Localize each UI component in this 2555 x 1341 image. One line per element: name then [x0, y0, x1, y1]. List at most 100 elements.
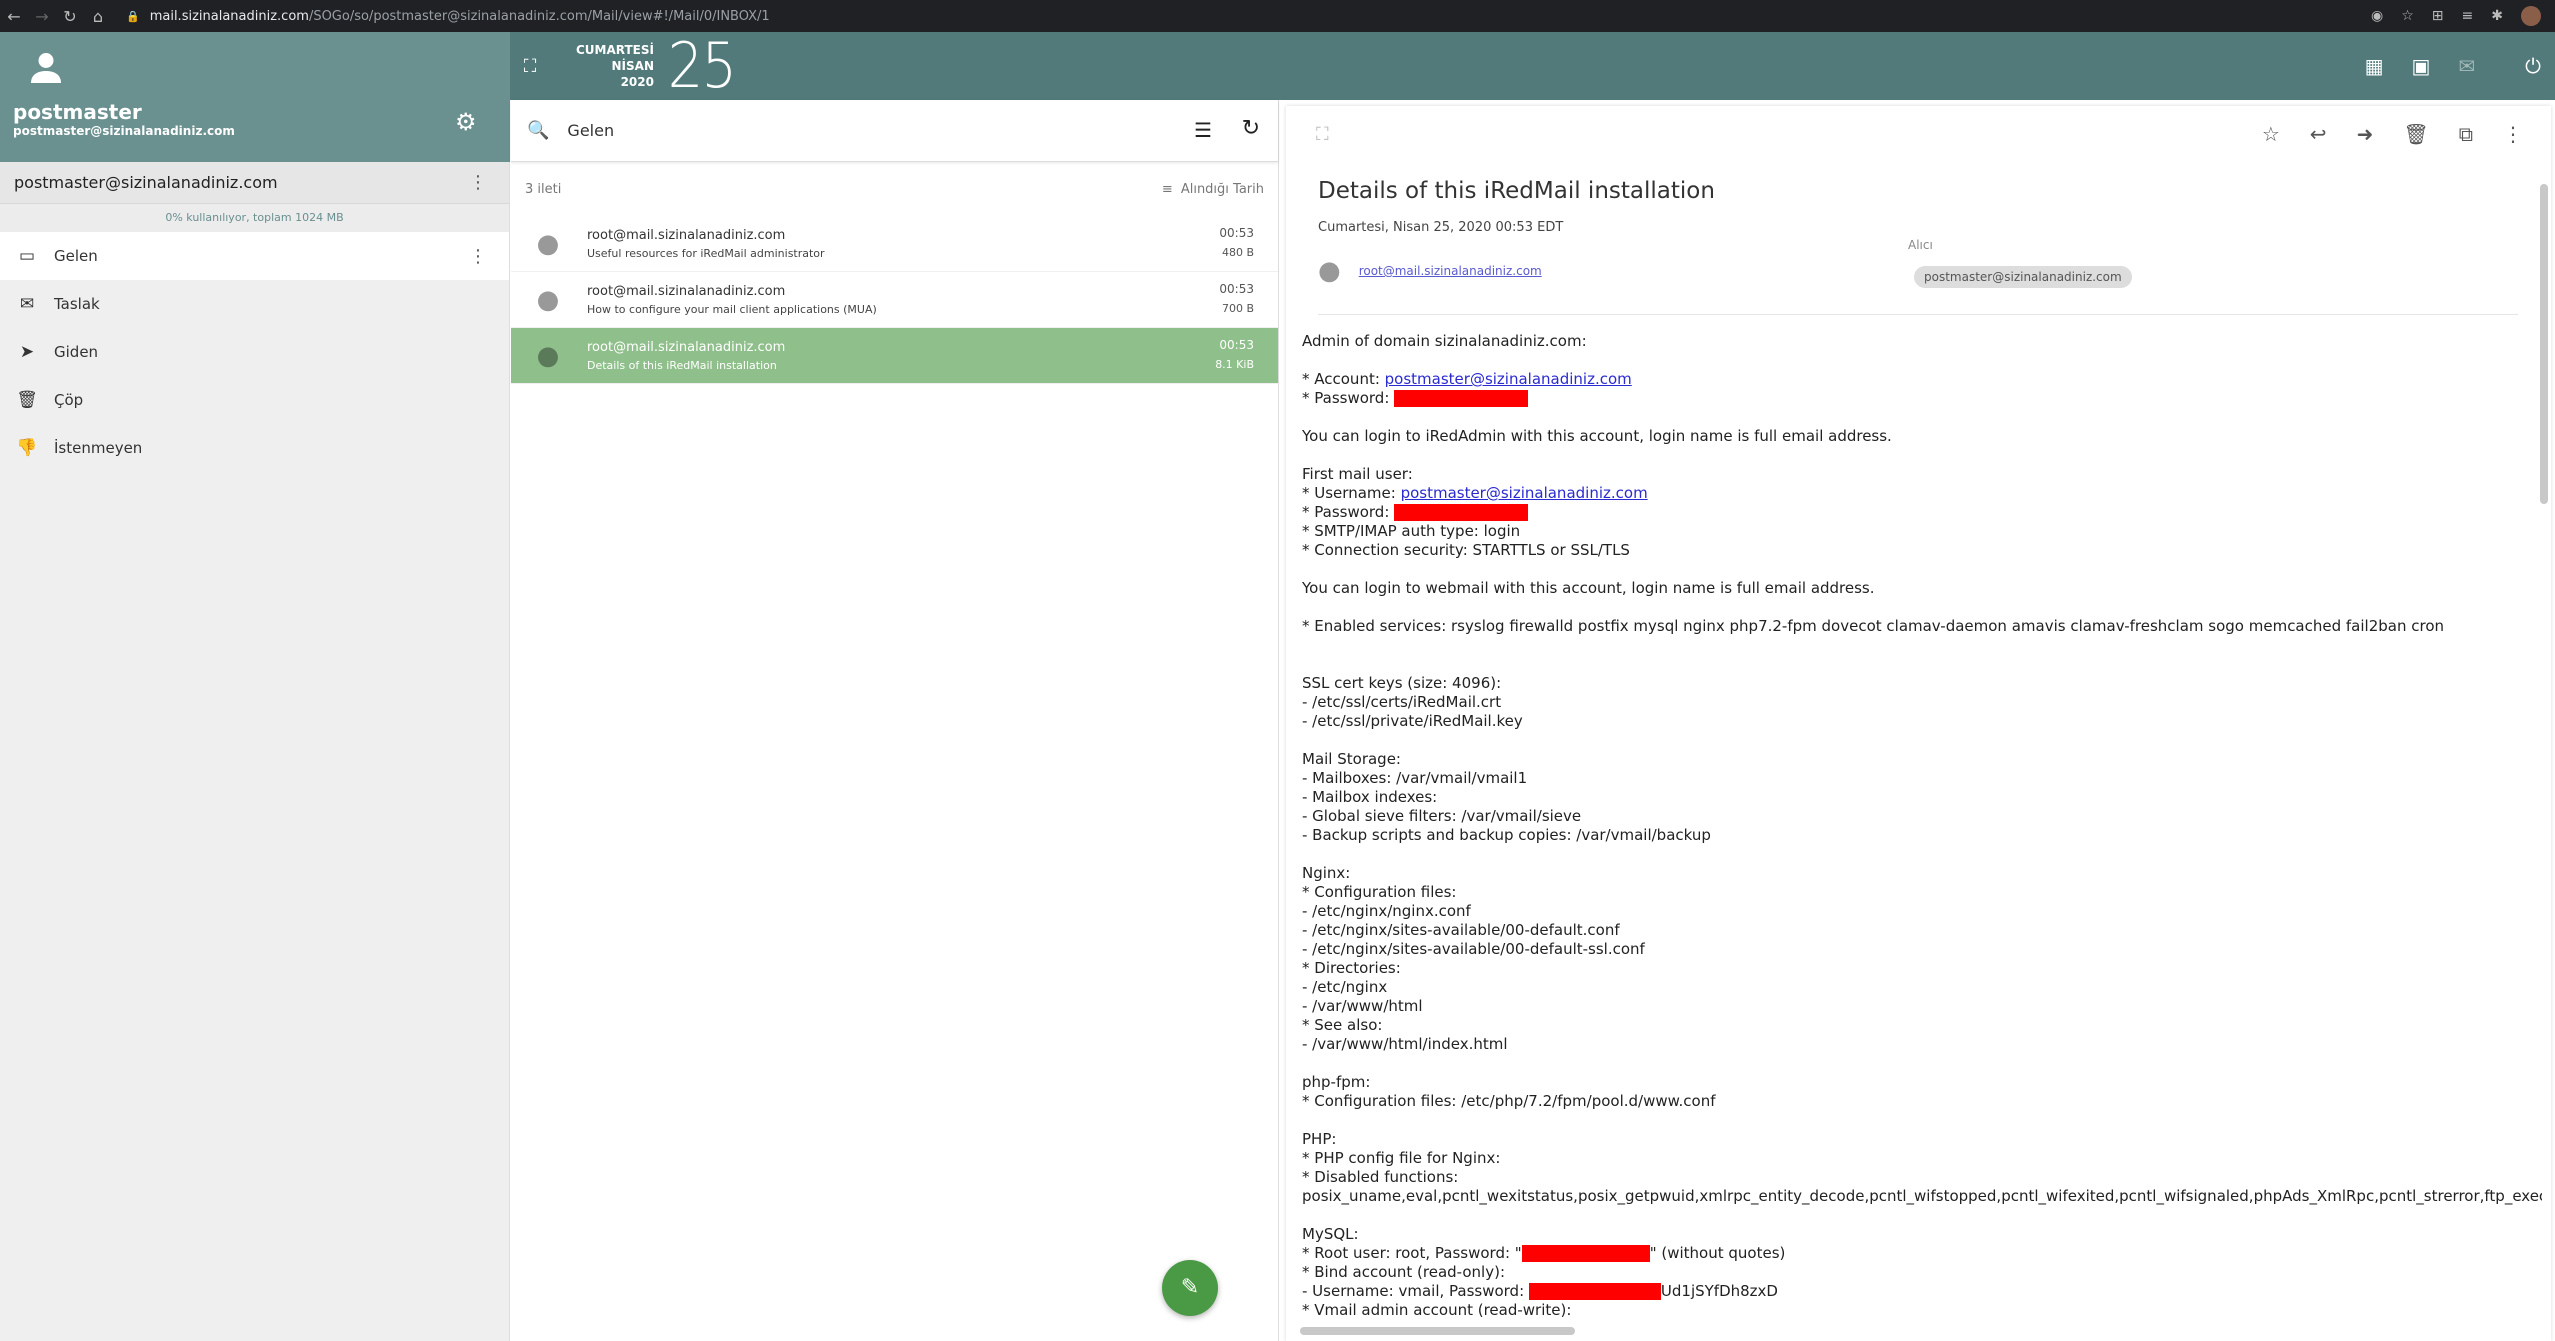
folder-label: İstenmeyen — [54, 439, 143, 457]
profile-avatar[interactable] — [2521, 6, 2541, 26]
body-text: * Password: — [1302, 503, 1395, 521]
message-subject: How to configure your mail client applic… — [587, 302, 877, 316]
expand-icon[interactable]: ⛶ — [520, 56, 540, 77]
forward-message-icon[interactable]: ➜ — [2357, 122, 2374, 146]
search-icon[interactable]: 🔍 — [527, 120, 549, 141]
quota-text: 0% kullanılıyor, toplam 1024 MB — [0, 204, 509, 232]
message-from: root@mail.sizinalanadiniz.com — [587, 227, 786, 243]
folder-menu-icon[interactable]: ⋮ — [469, 246, 487, 267]
date-display: ⛶ CUMARTESİ NİSAN 2020 25 — [520, 32, 739, 100]
message-from: root@mail.sizinalanadiniz.com — [587, 339, 786, 355]
message-from: root@mail.sizinalanadiniz.com — [587, 283, 786, 299]
folder-sent[interactable]: ➤ Giden — [0, 328, 509, 376]
message-subject: Details of this iRedMail installation — [587, 358, 777, 372]
sender-avatar-icon: ● — [1318, 256, 1341, 286]
open-external-icon[interactable]: ⧉ — [2459, 122, 2473, 146]
body-text: * Enabled services: rsyslog firewalld po… — [1302, 617, 2445, 635]
search-input[interactable] — [567, 121, 1068, 140]
body-text: SSL cert keys (size: 4096): - /etc/ssl/c… — [1302, 674, 1523, 730]
contacts-icon[interactable]: ▣ — [2412, 54, 2431, 78]
inbox-icon: ▭ — [18, 246, 36, 266]
body-text: * Account: — [1302, 370, 1385, 388]
message-row[interactable]: ● root@mail.sizinalanadiniz.com Useful r… — [511, 216, 1278, 272]
folder-label: Giden — [54, 343, 99, 361]
message-size: 8.1 KiB — [1215, 358, 1254, 371]
more-options-icon[interactable]: ⋮ — [2503, 122, 2523, 146]
calendar-icon[interactable]: ▦ — [2365, 54, 2384, 78]
recipient-chip[interactable]: postmaster@sizinalanadiniz.com — [1914, 266, 2132, 288]
mail-icon[interactable]: ✉ — [2458, 54, 2475, 78]
sort-icon[interactable]: ☰ — [1194, 118, 1212, 142]
compose-button[interactable]: ✎ — [1162, 1260, 1218, 1316]
flag-star-icon[interactable]: ☆ — [2262, 122, 2280, 146]
refresh-icon[interactable]: ↻ — [1242, 116, 1260, 141]
extensions-icon[interactable]: ✱ — [2491, 8, 2503, 24]
playlist-icon[interactable]: ≡ — [2462, 8, 2474, 24]
message-time: 00:53 — [1219, 282, 1254, 296]
username-email-link[interactable]: postmaster@sizinalanadiniz.com — [1401, 484, 1648, 502]
reply-icon[interactable]: ↩ — [2310, 122, 2327, 146]
body-text: " (without quotes) — [1649, 1244, 1786, 1262]
gear-icon[interactable]: ⚙ — [455, 108, 477, 136]
folder-inbox[interactable]: ▭ Gelen ⋮ — [0, 232, 509, 280]
body-text: * Bind account (read-only): — [1302, 1263, 1506, 1281]
body-text: Mail Storage: - Mailboxes: /var/vmail/vm… — [1302, 750, 1711, 844]
sidebar: postmaster@sizinalanadiniz.com ⋮ 0% kull… — [0, 162, 510, 1341]
body-text: You can login to webmail with this accou… — [1302, 579, 1875, 597]
vertical-scrollbar[interactable] — [2540, 184, 2548, 504]
folder-label: Taslak — [54, 295, 100, 313]
sender-avatar-icon: ● — [536, 340, 560, 371]
message-viewer: ⛶ ☆ ↩ ➜ 🗑 ⧉ ⋮ Details of this iRedMail i… — [1286, 106, 2551, 1341]
folder-drafts[interactable]: ✉ Taslak — [0, 280, 509, 328]
sort-button[interactable]: ≡ Alındığı Tarih — [1162, 182, 1264, 197]
body-text: Admin of domain sizinalanadiniz.com: — [1302, 332, 1587, 350]
fullscreen-icon[interactable]: ⛶ — [1316, 124, 1329, 145]
account-email-link[interactable]: postmaster@sizinalanadiniz.com — [1385, 370, 1632, 388]
send-icon: ➤ — [19, 342, 35, 362]
translate-icon[interactable]: ⊞ — [2432, 8, 2444, 24]
horizontal-scrollbar[interactable] — [1300, 1327, 1575, 1335]
body-text: Nginx: * Configuration files: - /etc/ngi… — [1302, 864, 1645, 1053]
reload-icon[interactable]: ↻ — [56, 7, 84, 26]
sender-link[interactable]: root@mail.sizinalanadiniz.com — [1359, 264, 1542, 278]
body-text: First mail user: — [1302, 465, 1413, 483]
body-text: Ud1jSYfDh8zxD — [1660, 1282, 1778, 1300]
redacted-box — [1394, 390, 1529, 407]
message-row-selected[interactable]: ● root@mail.sizinalanadiniz.com Details … — [511, 328, 1278, 384]
body-text: * Username: — [1302, 484, 1401, 502]
body-text: * Password: — [1302, 389, 1395, 407]
user-email: postmaster@sizinalanadiniz.com — [13, 124, 235, 138]
eye-icon[interactable]: ◉ — [2371, 8, 2383, 24]
body-text: * SMTP/IMAP auth type: login — [1302, 522, 1521, 540]
folder-junk[interactable]: 👎 İstenmeyen — [0, 424, 509, 472]
back-icon[interactable]: ← — [0, 7, 28, 26]
date-year: 2020 — [620, 75, 654, 89]
message-row[interactable]: ● root@mail.sizinalanadiniz.com How to c… — [511, 272, 1278, 328]
folder-trash[interactable]: 🗑 Çöp — [0, 376, 509, 424]
account-header[interactable]: postmaster@sizinalanadiniz.com ⋮ — [0, 162, 509, 204]
message-subject: Useful resources for iRedMail administra… — [587, 246, 825, 260]
body-text: PHP: * PHP config file for Nginx: * Disa… — [1302, 1130, 2542, 1205]
power-icon[interactable]: ⏻ — [2525, 54, 2541, 78]
redacted-box — [1528, 1283, 1661, 1300]
date-month: NİSAN — [611, 59, 654, 73]
forward-icon[interactable]: → — [28, 7, 56, 26]
user-panel: postmaster postmaster@sizinalanadiniz.co… — [0, 32, 510, 162]
address-bar[interactable]: 🔒 mail.sizinalanadiniz.com/SOGo/so/postm… — [126, 9, 2371, 24]
trash-icon: 🗑 — [16, 390, 38, 410]
folder-label: Çöp — [54, 391, 84, 409]
body-text: * Connection security: STARTTLS or SSL/T… — [1302, 541, 1630, 559]
body-text: MySQL: * Root user: root, Password: " — [1302, 1225, 1522, 1262]
account-menu-icon[interactable]: ⋮ — [469, 172, 487, 193]
bookmark-star-icon[interactable]: ☆ — [2401, 8, 2414, 24]
sender-avatar-icon: ● — [536, 284, 560, 315]
message-time: 00:53 — [1219, 338, 1254, 352]
message-size: 700 B — [1221, 302, 1254, 315]
home-icon[interactable]: ⌂ — [84, 7, 112, 26]
message-body: Admin of domain sizinalanadiniz.com: * A… — [1302, 332, 2542, 1320]
lock-icon: 🔒 — [126, 9, 140, 23]
redacted-box — [1394, 504, 1529, 521]
delete-icon[interactable]: 🗑 — [2403, 122, 2428, 146]
user-name: postmaster — [13, 100, 142, 124]
body-text: php-fpm: * Configuration files: /etc/php… — [1302, 1073, 1716, 1110]
